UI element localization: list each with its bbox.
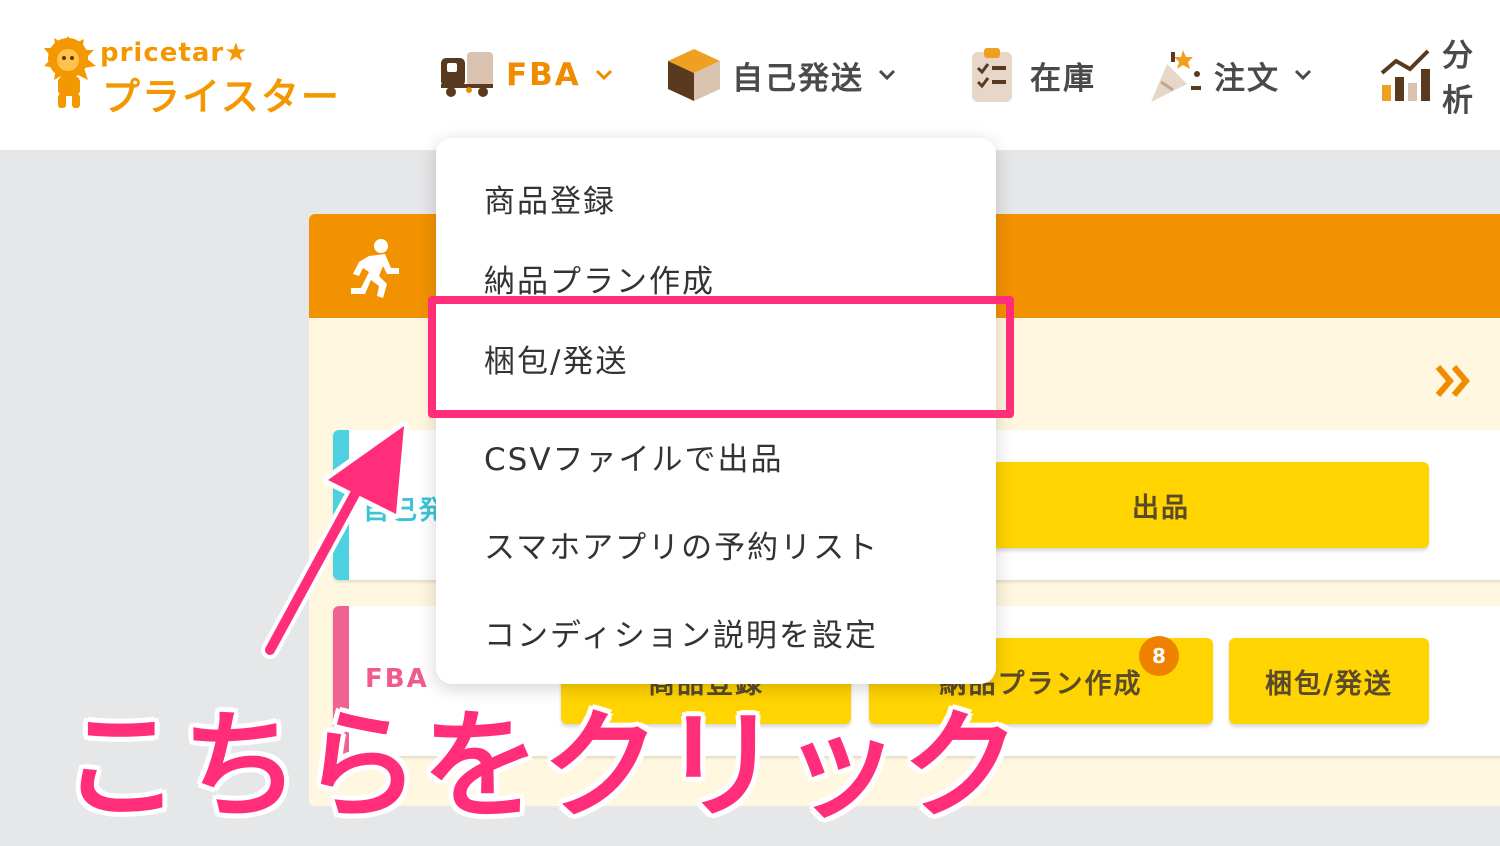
annotation-callout: こちらをクリック [62, 697, 1023, 835]
